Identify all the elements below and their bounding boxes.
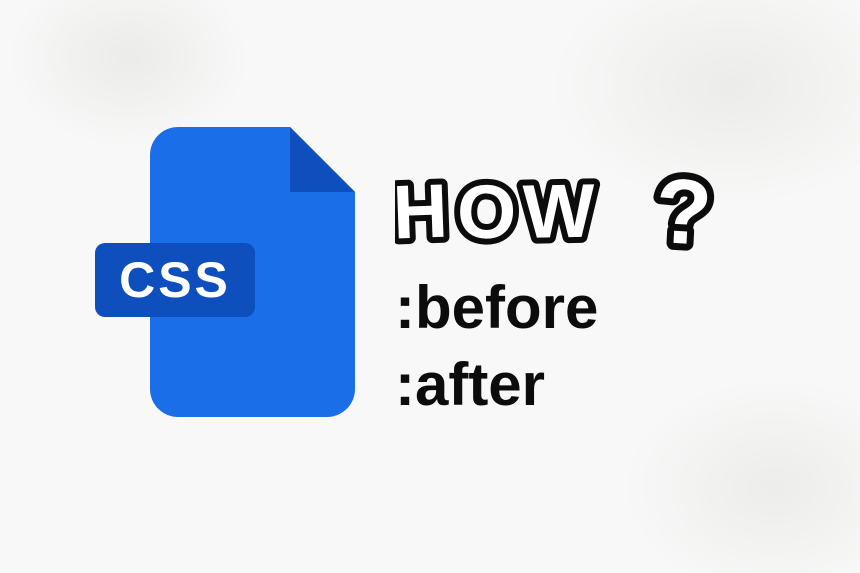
heading-text: H xyxy=(395,168,449,255)
heading-text-w: W xyxy=(522,168,595,254)
file-fold-corner xyxy=(290,127,355,192)
file-type-badge: CSS xyxy=(95,243,255,317)
pseudo-after-text: :after xyxy=(395,350,735,419)
css-file-icon: CSS xyxy=(95,127,355,447)
how-graphic: H O W ? xyxy=(395,165,735,265)
question-mark-icon: ? xyxy=(653,165,714,265)
heading-text-o: O xyxy=(456,169,517,255)
heading-row: H O W ? xyxy=(395,165,735,265)
file-type-label: CSS xyxy=(119,251,231,309)
pseudo-before-text: :before xyxy=(395,273,735,342)
text-column: H O W ? :before :after xyxy=(395,165,735,419)
content-row: CSS H O W ? :before :after xyxy=(0,0,860,573)
